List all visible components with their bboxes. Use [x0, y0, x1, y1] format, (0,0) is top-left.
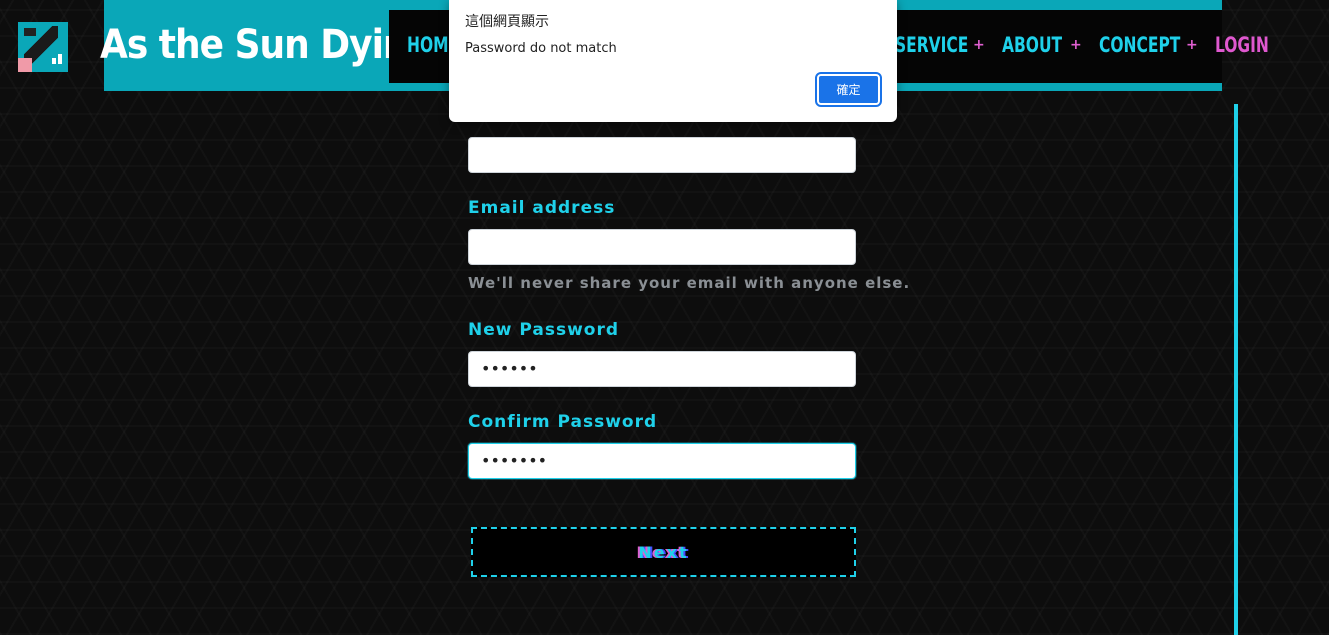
- nav-service[interactable]: SERVICE: [895, 33, 968, 57]
- logo-accent: [18, 58, 32, 72]
- alert-dialog: 這個網頁顯示 Password do not match 確定: [449, 0, 897, 122]
- nav-about[interactable]: ABOUT: [1002, 33, 1062, 57]
- nav-login[interactable]: LOGIN: [1215, 33, 1269, 57]
- new-password-label: New Password: [468, 320, 620, 340]
- brand-title[interactable]: As the Sun Dying: [100, 22, 433, 68]
- side-accent-line: [1234, 104, 1238, 635]
- next-button-label: Next: [638, 543, 689, 562]
- confirm-password-field[interactable]: •••••••: [468, 443, 856, 479]
- email-field[interactable]: [468, 229, 856, 265]
- logo-corner: [24, 28, 36, 36]
- logo-bar: [58, 54, 62, 64]
- next-button[interactable]: Next: [471, 527, 856, 577]
- dialog-ok-button[interactable]: 確定: [815, 72, 882, 107]
- dialog-message: Password do not match: [465, 41, 617, 56]
- nav-separator: +: [1186, 37, 1198, 53]
- new-password-field[interactable]: ••••••: [468, 351, 856, 387]
- site-logo[interactable]: [18, 22, 68, 72]
- email-help-text: We'll never share your email with anyone…: [468, 274, 911, 292]
- confirm-password-label: Confirm Password: [468, 412, 658, 432]
- name-field[interactable]: [468, 137, 856, 173]
- nav-separator: +: [973, 37, 985, 53]
- dialog-title: 這個網頁顯示: [465, 14, 549, 30]
- logo-bar: [52, 58, 56, 64]
- nav-separator: +: [1070, 37, 1082, 53]
- email-label: Email address: [468, 198, 616, 218]
- nav-concept[interactable]: CONCEPT: [1099, 33, 1180, 57]
